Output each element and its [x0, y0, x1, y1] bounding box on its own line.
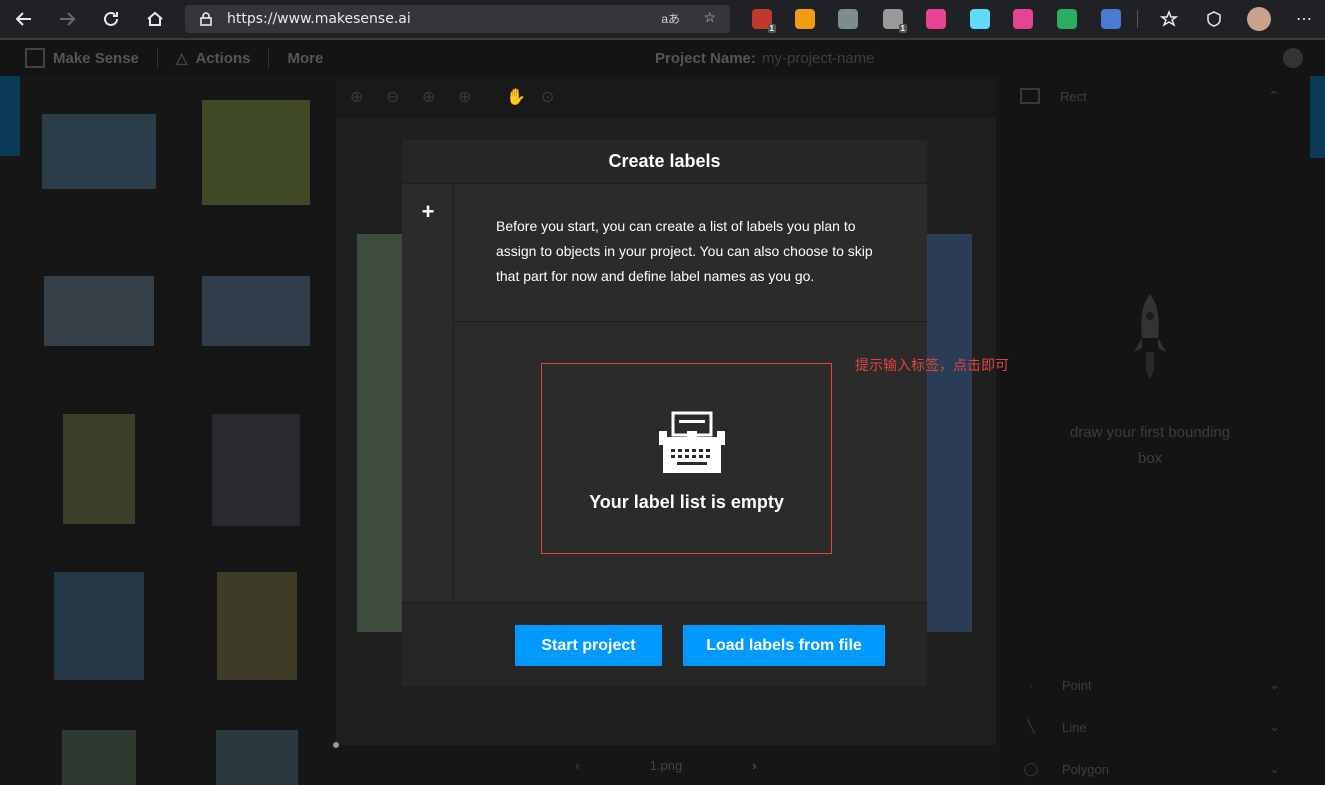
labels-side-tab[interactable] — [1310, 76, 1325, 158]
line-tool-icon: ╲ — [1027, 719, 1035, 734]
browser-toolbar: https://www.makesense.ai aあ ☆ 1 1 ⋯ — [0, 0, 1325, 38]
empty-label-list[interactable]: Your label list is empty — [541, 363, 832, 554]
thumbnail[interactable] — [212, 414, 300, 526]
modal-sidebar: + — [402, 184, 454, 603]
next-arrow-icon[interactable]: › — [752, 758, 756, 773]
image-preview-left — [357, 234, 402, 632]
editor-toolbar: ⊕ ⊖ ⊕ ⊕ ✋ ⊙ — [336, 76, 996, 118]
hand-icon[interactable]: ✋ — [506, 87, 526, 107]
refresh-icon[interactable] — [92, 0, 130, 38]
address-bar[interactable]: https://www.makesense.ai aあ ☆ — [185, 5, 730, 33]
add-label-button[interactable]: + — [418, 199, 438, 224]
load-labels-button[interactable]: Load labels from file — [683, 625, 885, 666]
app-topbar: Make Sense △ Actions More Project Name: … — [0, 40, 1325, 76]
url-text: https://www.makesense.ai — [227, 11, 411, 27]
rect-tool-header[interactable]: Rect — [1020, 88, 1087, 104]
rect-icon — [1020, 88, 1040, 104]
images-side-tab[interactable] — [0, 76, 20, 156]
back-arrow-icon[interactable] — [5, 0, 43, 38]
thumbnail[interactable] — [216, 730, 298, 785]
avatar[interactable] — [1247, 7, 1271, 31]
chevron-down-icon[interactable]: ⌄ — [1269, 719, 1280, 735]
extension-badge: 1 — [898, 24, 907, 33]
thumbnail[interactable] — [62, 730, 136, 785]
tool-label: Line — [1062, 719, 1087, 735]
modal-body: + Before you start, you can create a lis… — [402, 183, 927, 603]
react-icon[interactable] — [970, 9, 990, 29]
tool-row-point[interactable]: · Point ⌄ — [1020, 670, 1290, 700]
more-menu-icon[interactable]: ⋯ — [1285, 0, 1323, 38]
start-project-button[interactable]: Start project — [515, 625, 662, 666]
thumbnail[interactable] — [202, 100, 310, 205]
rect-label: Rect — [1060, 88, 1087, 104]
github-icon[interactable] — [1283, 48, 1303, 68]
chevron-down-icon[interactable]: ⌄ — [1269, 677, 1280, 693]
typewriter-icon — [659, 411, 725, 473]
empty-list-text: Your label list is empty — [589, 492, 784, 512]
zoom-max-icon[interactable]: ⊕ — [458, 87, 471, 107]
draw-hint-text: draw your first bounding box — [1069, 424, 1231, 467]
tool-row-line[interactable]: ╲ Line ⌄ — [1020, 712, 1290, 742]
lock-icon — [200, 12, 212, 26]
tampermonkey-icon[interactable] — [795, 9, 815, 29]
cat-icon[interactable] — [926, 9, 946, 29]
collapse-handle[interactable] — [333, 742, 339, 748]
ublock-icon[interactable]: 1 — [752, 9, 776, 33]
thumbnail[interactable] — [202, 276, 310, 346]
rocket-icon — [1134, 294, 1166, 380]
chevron-up-icon[interactable]: ⌃ — [1268, 88, 1280, 105]
thumbnail[interactable] — [44, 276, 154, 346]
favorite-star-icon[interactable]: ☆ — [703, 9, 716, 26]
menu-actions[interactable]: Actions — [195, 50, 250, 67]
actions-icon: △ — [175, 50, 188, 67]
browser-essentials-icon[interactable] — [1195, 0, 1233, 38]
modal-title: Create labels — [402, 140, 927, 183]
create-labels-modal: Create labels + Before you start, you ca… — [402, 140, 927, 686]
favorites-icon[interactable] — [1150, 0, 1188, 38]
crosshair-icon[interactable]: ⊙ — [541, 87, 554, 107]
image-navigation: ‹ 1.png › — [336, 745, 996, 785]
toolbar-divider — [1137, 10, 1138, 28]
brand-name: Make Sense — [53, 49, 139, 67]
thumbnail[interactable] — [63, 414, 135, 524]
tool-label: Point — [1062, 677, 1092, 693]
zoom-out-icon[interactable]: ⊖ — [386, 87, 399, 107]
modal-footer: Start project Load labels from file — [402, 602, 927, 686]
modal-divider — [454, 321, 927, 322]
thumbnail[interactable] — [54, 572, 144, 680]
extension-badge: 1 — [767, 24, 776, 33]
home-icon[interactable] — [136, 0, 174, 38]
menu-more[interactable]: More — [287, 50, 323, 67]
thumbnail[interactable] — [42, 114, 156, 189]
current-file-name: 1.png — [649, 757, 683, 773]
tool-label: Polygon — [1062, 761, 1109, 777]
owl-icon[interactable] — [838, 9, 858, 29]
polygon-tool-icon: ◯ — [1023, 761, 1039, 776]
annotation-text: 提示输入标签，点击即可 — [855, 358, 1009, 374]
forward-arrow-icon[interactable] — [48, 0, 86, 38]
thumbnail[interactable] — [217, 572, 297, 680]
zoom-fit-icon[interactable]: ⊕ — [422, 87, 435, 107]
logo-icon — [25, 48, 45, 68]
graduation-icon[interactable] — [1057, 9, 1077, 29]
menu-separator — [268, 48, 270, 68]
project-name-label: Project Name: — [655, 49, 756, 67]
tool-row-polygon[interactable]: ◯ Polygon ⌄ — [1020, 754, 1290, 784]
sync-icon[interactable] — [1101, 9, 1121, 29]
point-tool-icon: · — [1028, 677, 1034, 693]
image-preview-right — [927, 234, 972, 632]
read-aloud-icon[interactable]: aあ — [661, 10, 680, 27]
circle-icon[interactable]: 1 — [883, 9, 907, 33]
tv-icon[interactable] — [1013, 9, 1033, 29]
modal-description: Before you start, you can create a list … — [496, 218, 873, 284]
zoom-in-icon[interactable]: ⊕ — [350, 87, 363, 107]
project-name-input[interactable]: my-project-name — [762, 50, 875, 67]
prev-arrow-icon[interactable]: ‹ — [575, 758, 579, 773]
chevron-down-icon[interactable]: ⌄ — [1269, 761, 1280, 777]
menu-separator — [156, 48, 158, 68]
